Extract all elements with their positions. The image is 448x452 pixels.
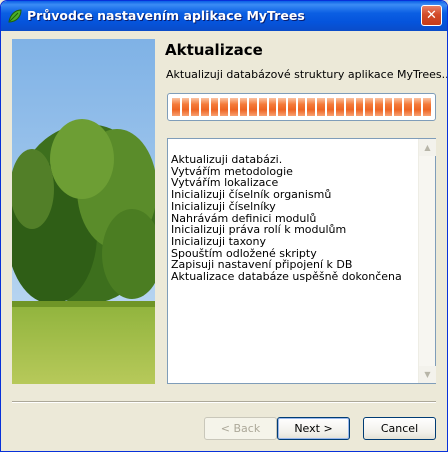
- progress-segment: [220, 98, 229, 116]
- log-line: Zapisuji nastavení připojení k DB: [171, 259, 353, 272]
- progress-segment: [394, 98, 403, 116]
- next-button[interactable]: Next >: [277, 417, 350, 440]
- progress-segment: [191, 98, 200, 116]
- progress-segment: [210, 98, 219, 116]
- back-button[interactable]: < Back: [204, 417, 277, 440]
- cancel-button[interactable]: Cancel: [363, 417, 436, 440]
- page-title: Aktualizace: [165, 41, 263, 59]
- arrow-down-icon[interactable]: ▼: [419, 366, 436, 383]
- progress-bar: [167, 93, 436, 121]
- log-line: Nahrávám definici modulů: [171, 212, 317, 225]
- log-line: Aktualizace databáze uspěšně dokončena: [171, 271, 402, 283]
- wizard-window: Průvodce nastavením aplikace MyTrees ✕ A…: [0, 0, 448, 452]
- progress-segment: [404, 98, 412, 116]
- progress-segment: [336, 98, 345, 116]
- progress-segment: [268, 98, 277, 116]
- page-subtitle: Aktualizuji databázové struktury aplikac…: [166, 68, 448, 81]
- progress-segment: [278, 98, 287, 116]
- log-line: Spouštím odložené skripty: [171, 247, 317, 260]
- log-textarea[interactable]: Aktualizuji databázi. Vytvářím metodologi…: [167, 138, 436, 384]
- progress-segment: [375, 98, 383, 116]
- wizard-side-image: [12, 39, 155, 384]
- log-line: Inicializuji taxony: [171, 235, 267, 248]
- progress-segment: [230, 98, 238, 116]
- progress-segment: [423, 98, 432, 116]
- title-bar[interactable]: Průvodce nastavením aplikace MyTrees ✕: [1, 1, 447, 31]
- button-separator: [12, 401, 436, 403]
- progress-segment: [181, 98, 190, 116]
- log-line: Vytvářím metodologie: [171, 165, 293, 178]
- progress-segment: [317, 98, 325, 116]
- progress-segment: [365, 98, 374, 116]
- progress-segment: [326, 98, 335, 116]
- progress-segment: [172, 98, 180, 116]
- progress-segment: [288, 98, 296, 116]
- progress-segment: [346, 98, 354, 116]
- window-title: Průvodce nastavením aplikace MyTrees: [27, 8, 305, 23]
- progress-segment: [259, 98, 267, 116]
- log-line: Aktualizuji databázi.: [171, 154, 283, 166]
- progress-segment: [201, 98, 209, 116]
- log-line: Vytvářím lokalizace: [171, 177, 279, 190]
- progress-segment: [239, 98, 248, 116]
- progress-segment: [413, 98, 422, 116]
- close-icon: ✕: [426, 8, 437, 23]
- progress-segment: [307, 98, 316, 116]
- progress-segment: [249, 98, 258, 116]
- progress-segment: [355, 98, 364, 116]
- log-line: Inicializuji práva rolí k modulům: [171, 224, 347, 236]
- vertical-scrollbar[interactable]: ▲ ▼: [418, 139, 436, 383]
- log-line: Inicializuji číselník organismů: [171, 189, 332, 201]
- leaf-icon: [8, 9, 22, 23]
- log-line: Inicializuji číselníky: [171, 200, 276, 213]
- progress-segment: [384, 98, 393, 116]
- log-lines: Aktualizuji databázi. Vytvářím metodologi…: [171, 154, 415, 283]
- close-button[interactable]: ✕: [421, 5, 442, 26]
- progress-segment: [297, 98, 306, 116]
- arrow-up-icon[interactable]: ▲: [419, 139, 436, 156]
